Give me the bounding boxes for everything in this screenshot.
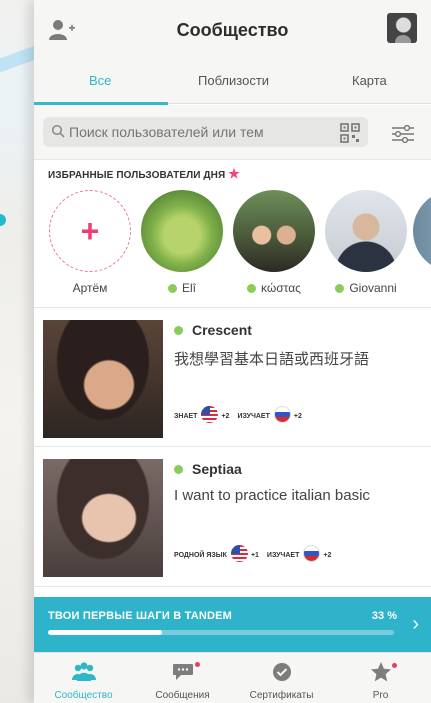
search-icon (51, 124, 65, 138)
nav-messages[interactable]: Сообщения (133, 653, 232, 703)
lang-more-count: +2 (323, 552, 332, 559)
lang-more-count: +1 (250, 552, 259, 559)
online-indicator (335, 284, 345, 293)
page-title: Сообщество (176, 20, 289, 40)
user-name: Crescent (192, 322, 252, 338)
messages-icon (172, 664, 193, 680)
featured-user[interactable]: Giovanni (324, 190, 408, 295)
first-steps-banner[interactable]: ТВОИ ПЕРВЫЕ ШАГИ В TANDEM 33 % › (34, 597, 431, 652)
notification-dot (392, 663, 397, 668)
online-indicator (174, 326, 183, 335)
user-card[interactable]: Septiaa I want to practice italian basic… (34, 447, 431, 587)
progress-track (48, 630, 394, 635)
user-photo[interactable] (43, 320, 163, 438)
featured-users-heading: ИЗБРАННЫЕ ПОЛЬЗОВАТЕЛИ ДНЯ ★ (48, 166, 240, 182)
featured-user-label: Elî (140, 281, 224, 295)
chevron-right-icon[interactable]: › (412, 613, 419, 636)
star-icon: ★ (228, 166, 240, 181)
featured-user[interactable]: κώστας (232, 190, 316, 295)
certificate-icon (272, 663, 291, 681)
user-name: Septiaa (192, 461, 242, 477)
lang-more-count: +2 (293, 413, 302, 420)
nav-label: Сообщения (155, 690, 210, 701)
profile-avatar[interactable] (387, 13, 417, 43)
lang-more-count: +2 (221, 413, 230, 420)
online-indicator (174, 465, 183, 474)
user-bio: I want to practice italian basic (174, 487, 370, 504)
nav-pro[interactable]: Pro (331, 653, 430, 703)
ru-flag-icon (303, 545, 321, 562)
featured-user[interactable]: Elî (140, 190, 224, 295)
online-indicator (167, 284, 177, 293)
star-icon (370, 662, 391, 682)
nav-certificates[interactable]: Сертификаты (232, 653, 331, 703)
featured-user-photo[interactable] (325, 190, 407, 272)
us-flag-icon (230, 545, 248, 562)
tab-map[interactable]: Карта (352, 73, 387, 88)
lang-label: ЗНАЕТ (174, 413, 198, 420)
progress-fill (48, 630, 163, 635)
search-row (34, 105, 431, 160)
filter-icon[interactable] (391, 125, 415, 143)
user-languages: РОДНОЙ ЯЗЫК +1 ИЗУЧАЕТ +2 (174, 545, 339, 562)
lang-label: РОДНОЙ ЯЗЫК (174, 552, 227, 559)
tab-all[interactable]: Все (89, 73, 111, 88)
user-name-row: Crescent (174, 322, 252, 338)
search-box[interactable] (43, 117, 368, 147)
featured-user-name: Артём (72, 281, 108, 295)
nav-label: Сертификаты (249, 690, 314, 701)
plus-icon: + (80, 213, 100, 249)
featured-user-label: κώστας (232, 281, 316, 295)
user-languages: ЗНАЕТ +2 ИЗУЧАЕТ +2 (174, 406, 310, 423)
qr-code-icon[interactable] (340, 123, 360, 143)
map-marker-icon (0, 214, 6, 226)
featured-user-name: Elî (181, 281, 196, 295)
featured-user-photo[interactable] (233, 190, 315, 272)
us-flag-icon (201, 406, 219, 423)
featured-label-text: ИЗБРАННЫЕ ПОЛЬЗОВАТЕЛИ ДНЯ (48, 170, 226, 181)
tab-bar: Все Поблизости Карта (34, 58, 431, 104)
online-indicator (247, 284, 257, 293)
notification-dot (195, 662, 200, 667)
lang-label: ИЗУЧАЕТ (237, 413, 270, 420)
user-card[interactable]: Crescent 我想學習基本日語或西班牙語 ЗНАЕТ +2 ИЗУЧАЕТ +2 (34, 307, 431, 447)
nav-label: Сообщество (54, 690, 113, 701)
featured-user-partial[interactable] (412, 190, 431, 272)
ru-flag-icon (273, 406, 291, 423)
featured-user-label: Giovanni (324, 281, 408, 295)
banner-percent: 33 % (371, 610, 397, 622)
user-photo[interactable] (43, 459, 163, 577)
featured-user-add[interactable]: + Артём (48, 190, 132, 295)
community-screen: Сообщество Все Поблизости Карта Поиск по… (34, 0, 431, 703)
user-name-row: Septiaa (174, 461, 242, 477)
user-bio: 我想學習基本日語或西班牙語 (174, 351, 370, 368)
tab-nearby[interactable]: Поблизости (198, 73, 269, 88)
featured-user-photo[interactable] (413, 190, 431, 272)
search-input[interactable] (69, 124, 319, 140)
lang-label: ИЗУЧАЕТ (266, 552, 300, 559)
featured-user-name: κώστας (261, 281, 301, 295)
banner-title: ТВОИ ПЕРВЫЕ ШАГИ В TANDEM (48, 610, 233, 622)
top-bar: Сообщество (34, 0, 431, 58)
featured-user-photo[interactable] (141, 190, 223, 272)
featured-user-name: Giovanni (349, 281, 397, 295)
bottom-navigation: Сообщество Сообщения Сертификаты Pro (34, 652, 431, 703)
add-yourself-circle[interactable]: + (49, 190, 131, 272)
community-icon (71, 662, 96, 681)
nav-community[interactable]: Сообщество (34, 653, 133, 703)
nav-label: Pro (372, 690, 389, 701)
